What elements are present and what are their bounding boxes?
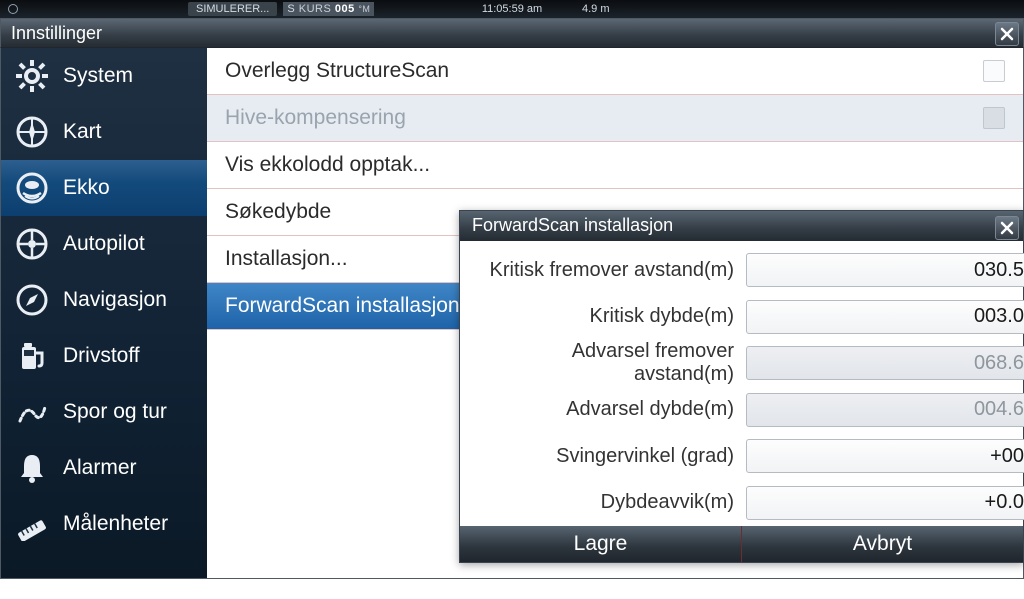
row-hive-kompensering: Hive-kompensering: [207, 95, 1023, 142]
row-label: Vis ekkolodd opptak...: [225, 153, 430, 177]
track-icon: [15, 395, 49, 429]
field-label: Kritisk fremover avstand(m): [470, 259, 746, 282]
sidebar-item-label: Navigasjon: [63, 288, 167, 312]
course-value: 005: [335, 3, 355, 15]
sonar-icon: [15, 171, 49, 205]
field-svingervinkel: Svingervinkel (grad): [470, 433, 1013, 480]
checkbox: [983, 107, 1005, 129]
kritisk-dybde-input[interactable]: [746, 300, 1024, 334]
settings-title: Innstillinger: [11, 23, 102, 44]
advarsel-dybde-input: [746, 393, 1024, 427]
sidebar-item-autopilot[interactable]: Autopilot: [1, 216, 207, 272]
forwardscan-title: ForwardScan installasjon: [472, 215, 673, 236]
sidebar-item-alarmer[interactable]: Alarmer: [1, 440, 207, 496]
forwardscan-body: Kritisk fremover avstand(m) Kritisk dybd…: [460, 241, 1023, 526]
forwardscan-footer: Lagre Avbryt: [460, 526, 1023, 562]
fuel-icon: [15, 339, 49, 373]
field-advarsel-dybde: Advarsel dybde(m): [470, 386, 1013, 433]
sidebar-item-label: Alarmer: [63, 456, 137, 480]
checkbox[interactable]: [983, 60, 1005, 82]
sim-chip: SIMULERER...: [188, 2, 277, 16]
course-label: KURS: [299, 3, 332, 15]
field-advarsel-fremover-avstand: Advarsel fremover avstand(m): [470, 340, 1013, 387]
depth-readout: 4.9 m: [582, 3, 610, 15]
wheel-icon: [15, 227, 49, 261]
row-label: Installasjon...: [225, 247, 348, 271]
forwardscan-titlebar: ForwardScan installasjon: [460, 211, 1023, 241]
forwardscan-close-button[interactable]: [995, 216, 1019, 240]
status-bar: SIMULERER... S KURS 005 °M 11:05:59 am 4…: [0, 0, 1024, 18]
ruler-icon: [15, 507, 49, 541]
sidebar-item-navigasjon[interactable]: Navigasjon: [1, 272, 207, 328]
forwardscan-dialog: ForwardScan installasjon Kritisk fremove…: [459, 210, 1024, 563]
advarsel-fremover-avstand-input: [746, 346, 1024, 380]
row-overlegg-structurescan[interactable]: Overlegg StructureScan: [207, 48, 1023, 95]
field-label: Advarsel fremover avstand(m): [470, 340, 746, 386]
field-dybdeavvik: Dybdeavvik(m): [470, 479, 1013, 526]
sidebar-item-maalenheter[interactable]: Målenheter: [1, 496, 207, 552]
kritisk-fremover-avstand-input[interactable]: [746, 253, 1024, 287]
field-label: Advarsel dybde(m): [470, 398, 746, 421]
sidebar-item-label: System: [63, 64, 133, 88]
close-icon: [1000, 221, 1014, 235]
sidebar-item-spor[interactable]: Spor og tur: [1, 384, 207, 440]
sidebar-item-label: Ekko: [63, 176, 110, 200]
course-unit: °M: [358, 4, 370, 14]
sidebar-item-system[interactable]: System: [1, 48, 207, 104]
sidebar-item-drivstoff[interactable]: Drivstoff: [1, 328, 207, 384]
sidebar-item-label: Drivstoff: [63, 344, 140, 368]
field-label: Svingervinkel (grad): [470, 445, 746, 468]
clock: 11:05:59 am: [482, 3, 542, 15]
svingervinkel-input[interactable]: [746, 439, 1024, 473]
settings-titlebar: Innstillinger: [0, 18, 1024, 48]
row-label: Søkedybde: [225, 200, 331, 224]
course-chip: S KURS 005 °M: [283, 2, 374, 16]
save-button[interactable]: Lagre: [460, 526, 741, 562]
field-label: Kritisk dybde(m): [470, 305, 746, 328]
gear-icon: [15, 59, 49, 93]
chart-icon: [15, 115, 49, 149]
cancel-button[interactable]: Avbryt: [741, 526, 1023, 562]
row-label: Hive-kompensering: [225, 106, 406, 130]
sidebar-item-label: Kart: [63, 120, 102, 144]
sidebar-item-label: Autopilot: [63, 232, 145, 256]
bell-icon: [15, 451, 49, 485]
row-label: Overlegg StructureScan: [225, 59, 449, 83]
close-icon: [1000, 27, 1014, 41]
field-kritisk-dybde: Kritisk dybde(m): [470, 293, 1013, 340]
settings-sidebar: System Kart Ekko Autopilot Navigasjon: [1, 48, 207, 578]
sidebar-item-label: Målenheter: [63, 512, 168, 536]
row-vis-ekkolodd-opptak[interactable]: Vis ekkolodd opptak...: [207, 142, 1023, 189]
sidebar-item-kart[interactable]: Kart: [1, 104, 207, 160]
course-prefix: S: [287, 3, 295, 15]
dybdeavvik-input[interactable]: [746, 486, 1024, 520]
field-label: Dybdeavvik(m): [470, 491, 746, 514]
globe-icon: [8, 4, 18, 14]
field-kritisk-fremover-avstand: Kritisk fremover avstand(m): [470, 247, 1013, 294]
sidebar-item-label: Spor og tur: [63, 400, 167, 424]
settings-close-button[interactable]: [995, 22, 1019, 46]
row-label: ForwardScan installasjon...: [225, 294, 477, 318]
compass-icon: [15, 283, 49, 317]
sidebar-item-ekko[interactable]: Ekko: [1, 160, 207, 216]
